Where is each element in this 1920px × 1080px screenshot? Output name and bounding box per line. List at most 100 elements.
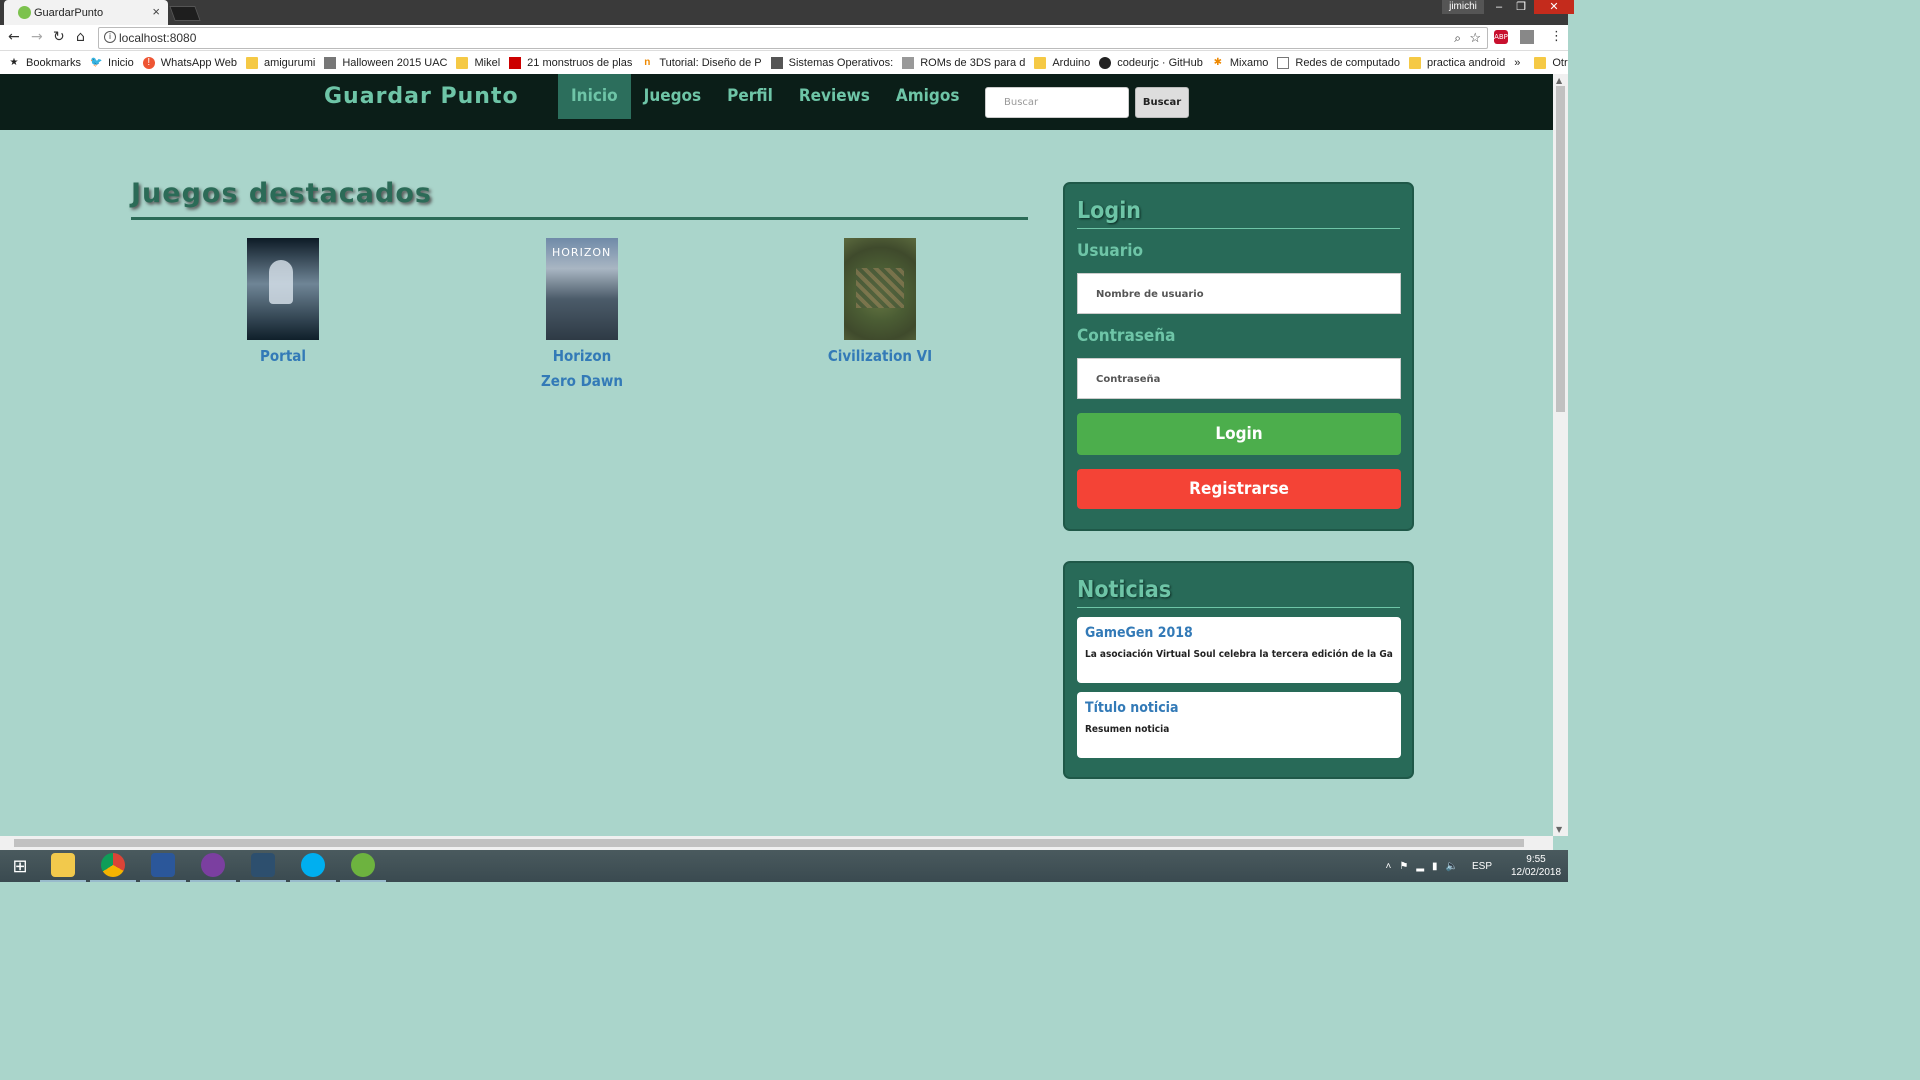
spring-tool-icon[interactable] — [340, 850, 386, 882]
browser-toolbar: ← → ↻ ⌂ i localhost:8080 ⌕ ☆ ABP ⋮ — [0, 25, 1568, 51]
windows-taskbar: ⊞ ˄ ⚑ ▂ ▮ 🔈 ESP 9:55 12/02/2018 — [0, 850, 1568, 882]
bookmark-item[interactable]: Mikel — [456, 56, 500, 69]
page-title: Juegos destacados — [131, 178, 432, 209]
folder-icon — [1408, 56, 1421, 69]
search-button[interactable]: Buscar — [1135, 87, 1189, 118]
bookmark-item[interactable]: 🐦 Inicio — [90, 57, 134, 69]
bookmark-item[interactable]: codeurjc · GitHub — [1099, 56, 1203, 69]
chrome-icon[interactable] — [90, 850, 136, 882]
bookmark-item[interactable]: n Tutorial: Diseño de P — [641, 57, 761, 69]
bookmark-item[interactable]: ✱ Mixamo — [1212, 57, 1269, 69]
register-button[interactable]: Registrarse — [1077, 469, 1401, 509]
bookmark-item[interactable]: Halloween 2015 UAC — [324, 56, 447, 69]
cat-app-icon[interactable] — [190, 850, 236, 882]
news-item[interactable]: GameGen 2018 La asociación Virtual Soul … — [1077, 617, 1401, 683]
bookmark-item[interactable]: amigurumi — [245, 56, 315, 69]
extension-icon[interactable] — [1520, 30, 1534, 44]
bookmark-item[interactable]: Redes de computado — [1277, 56, 1400, 69]
username-field[interactable]: Nombre de usuario — [1077, 273, 1401, 314]
site-brand[interactable]: Guardar Punto — [324, 84, 519, 109]
page-icon — [902, 56, 915, 69]
game-title-link[interactable]: Civilization VI — [800, 344, 960, 369]
folder-icon — [1534, 56, 1547, 69]
game-card[interactable]: Portal — [203, 238, 363, 369]
username-label: Usuario — [1077, 241, 1144, 261]
login-button[interactable]: Login — [1077, 413, 1401, 455]
other-bookmarks[interactable]: Otros marcadores — [1552, 57, 1568, 69]
game-card[interactable]: Civilization VI — [800, 238, 960, 369]
scroll-down-icon[interactable]: ▼ — [1556, 825, 1562, 834]
chevron-right-icon[interactable]: » — [1514, 57, 1520, 69]
mysql-icon[interactable] — [240, 850, 286, 882]
bookmark-item[interactable]: practica android — [1408, 56, 1505, 69]
minimize-icon[interactable]: – — [1490, 0, 1508, 14]
bookmark-item[interactable]: Sistemas Operativos: — [770, 56, 893, 69]
bookmark-item[interactable]: ! WhatsApp Web — [142, 56, 237, 69]
game-title-link[interactable]: Horizon Zero Dawn — [537, 344, 627, 394]
nav-perfil[interactable]: Perfil — [714, 74, 786, 119]
browser-tab[interactable]: GuardarPunto × — [4, 0, 168, 25]
volume-icon[interactable]: 🔈 — [1446, 861, 1458, 872]
nav-inicio[interactable]: Inicio — [558, 74, 631, 119]
bookmarks-overflow[interactable]: » Otros marcadores — [1514, 56, 1568, 69]
reload-icon[interactable]: ↻ — [53, 29, 65, 45]
signal-icon[interactable]: ▮ — [1432, 861, 1438, 872]
zoom-icon[interactable]: ⌕ — [1454, 28, 1461, 48]
home-icon[interactable]: ⌂ — [76, 29, 85, 45]
nav-reviews[interactable]: Reviews — [786, 74, 883, 119]
site-navbar: Guardar Punto Inicio Juegos Perfil Revie… — [0, 74, 1553, 130]
bookmark-item[interactable]: ★ Bookmarks — [8, 57, 82, 69]
password-label: Contraseña — [1077, 326, 1176, 346]
tab-close-icon[interactable]: × — [152, 4, 160, 19]
flag-icon[interactable]: ⚑ — [1399, 861, 1408, 872]
info-icon[interactable]: i — [104, 31, 116, 43]
profile-name[interactable]: jimichi — [1442, 0, 1484, 14]
mixamo-icon: ✱ — [1213, 56, 1223, 68]
new-tab-button[interactable] — [169, 6, 201, 21]
main-nav: Inicio Juegos Perfil Reviews Amigos — [558, 74, 972, 119]
game-cover-image[interactable] — [844, 238, 916, 340]
scrollbar-thumb[interactable] — [14, 839, 1524, 847]
news-item-summary: La asociación Virtual Soul celebra la te… — [1085, 649, 1393, 660]
bookmark-star-icon[interactable]: ☆ — [1469, 28, 1481, 48]
news-item-title[interactable]: Título noticia — [1085, 700, 1393, 716]
back-arrow-icon[interactable]: ← — [8, 29, 20, 45]
news-item[interactable]: Título noticia Resumen noticia — [1077, 692, 1401, 758]
game-title-link[interactable]: Portal — [203, 344, 363, 369]
close-window-icon[interactable]: ✕ — [1534, 0, 1574, 14]
page-icon — [1277, 56, 1290, 69]
game-card[interactable]: HORIZON Horizon Zero Dawn — [502, 238, 662, 394]
page-icon — [509, 56, 522, 69]
bookmark-item[interactable]: ROMs de 3DS para d — [902, 56, 1025, 69]
network-icon[interactable]: ▂ — [1416, 861, 1424, 872]
word-icon[interactable] — [140, 850, 186, 882]
nav-juegos[interactable]: Juegos — [631, 74, 715, 119]
adblock-icon[interactable]: ABP — [1494, 30, 1508, 44]
file-explorer-icon[interactable] — [40, 850, 86, 882]
tab-title: GuardarPunto — [34, 6, 104, 19]
page-icon: n — [644, 56, 651, 68]
vertical-scrollbar[interactable]: ▲ ▼ — [1553, 74, 1568, 836]
clock[interactable]: 9:55 12/02/2018 — [1504, 853, 1568, 879]
windows-start-icon[interactable]: ⊞ — [0, 850, 40, 882]
search-input[interactable]: Buscar — [985, 87, 1129, 118]
language-indicator[interactable]: ESP — [1472, 861, 1492, 872]
bookmark-item[interactable]: 21 monstruos de plas — [509, 56, 632, 69]
folder-icon — [1034, 56, 1047, 69]
bookmark-item[interactable]: Arduino — [1034, 56, 1090, 69]
restore-icon[interactable]: ❐ — [1512, 0, 1530, 14]
horizontal-scrollbar[interactable] — [0, 836, 1553, 850]
news-item-title[interactable]: GameGen 2018 — [1085, 625, 1393, 641]
forward-arrow-icon[interactable]: → — [31, 29, 43, 45]
game-cover-image[interactable]: HORIZON — [546, 238, 618, 340]
game-cover-image[interactable] — [247, 238, 319, 340]
chevron-up-icon[interactable]: ˄ — [1386, 861, 1392, 872]
address-bar[interactable]: i localhost:8080 ⌕ ☆ — [98, 27, 1488, 49]
clock-date: 12/02/2018 — [1510, 867, 1562, 878]
password-field[interactable]: Contraseña — [1077, 358, 1401, 399]
menu-dots-icon[interactable]: ⋮ — [1550, 29, 1563, 44]
skype-icon[interactable] — [290, 850, 336, 882]
nav-amigos[interactable]: Amigos — [883, 74, 973, 119]
scrollbar-thumb[interactable] — [1556, 86, 1565, 412]
scroll-up-icon[interactable]: ▲ — [1556, 76, 1562, 85]
